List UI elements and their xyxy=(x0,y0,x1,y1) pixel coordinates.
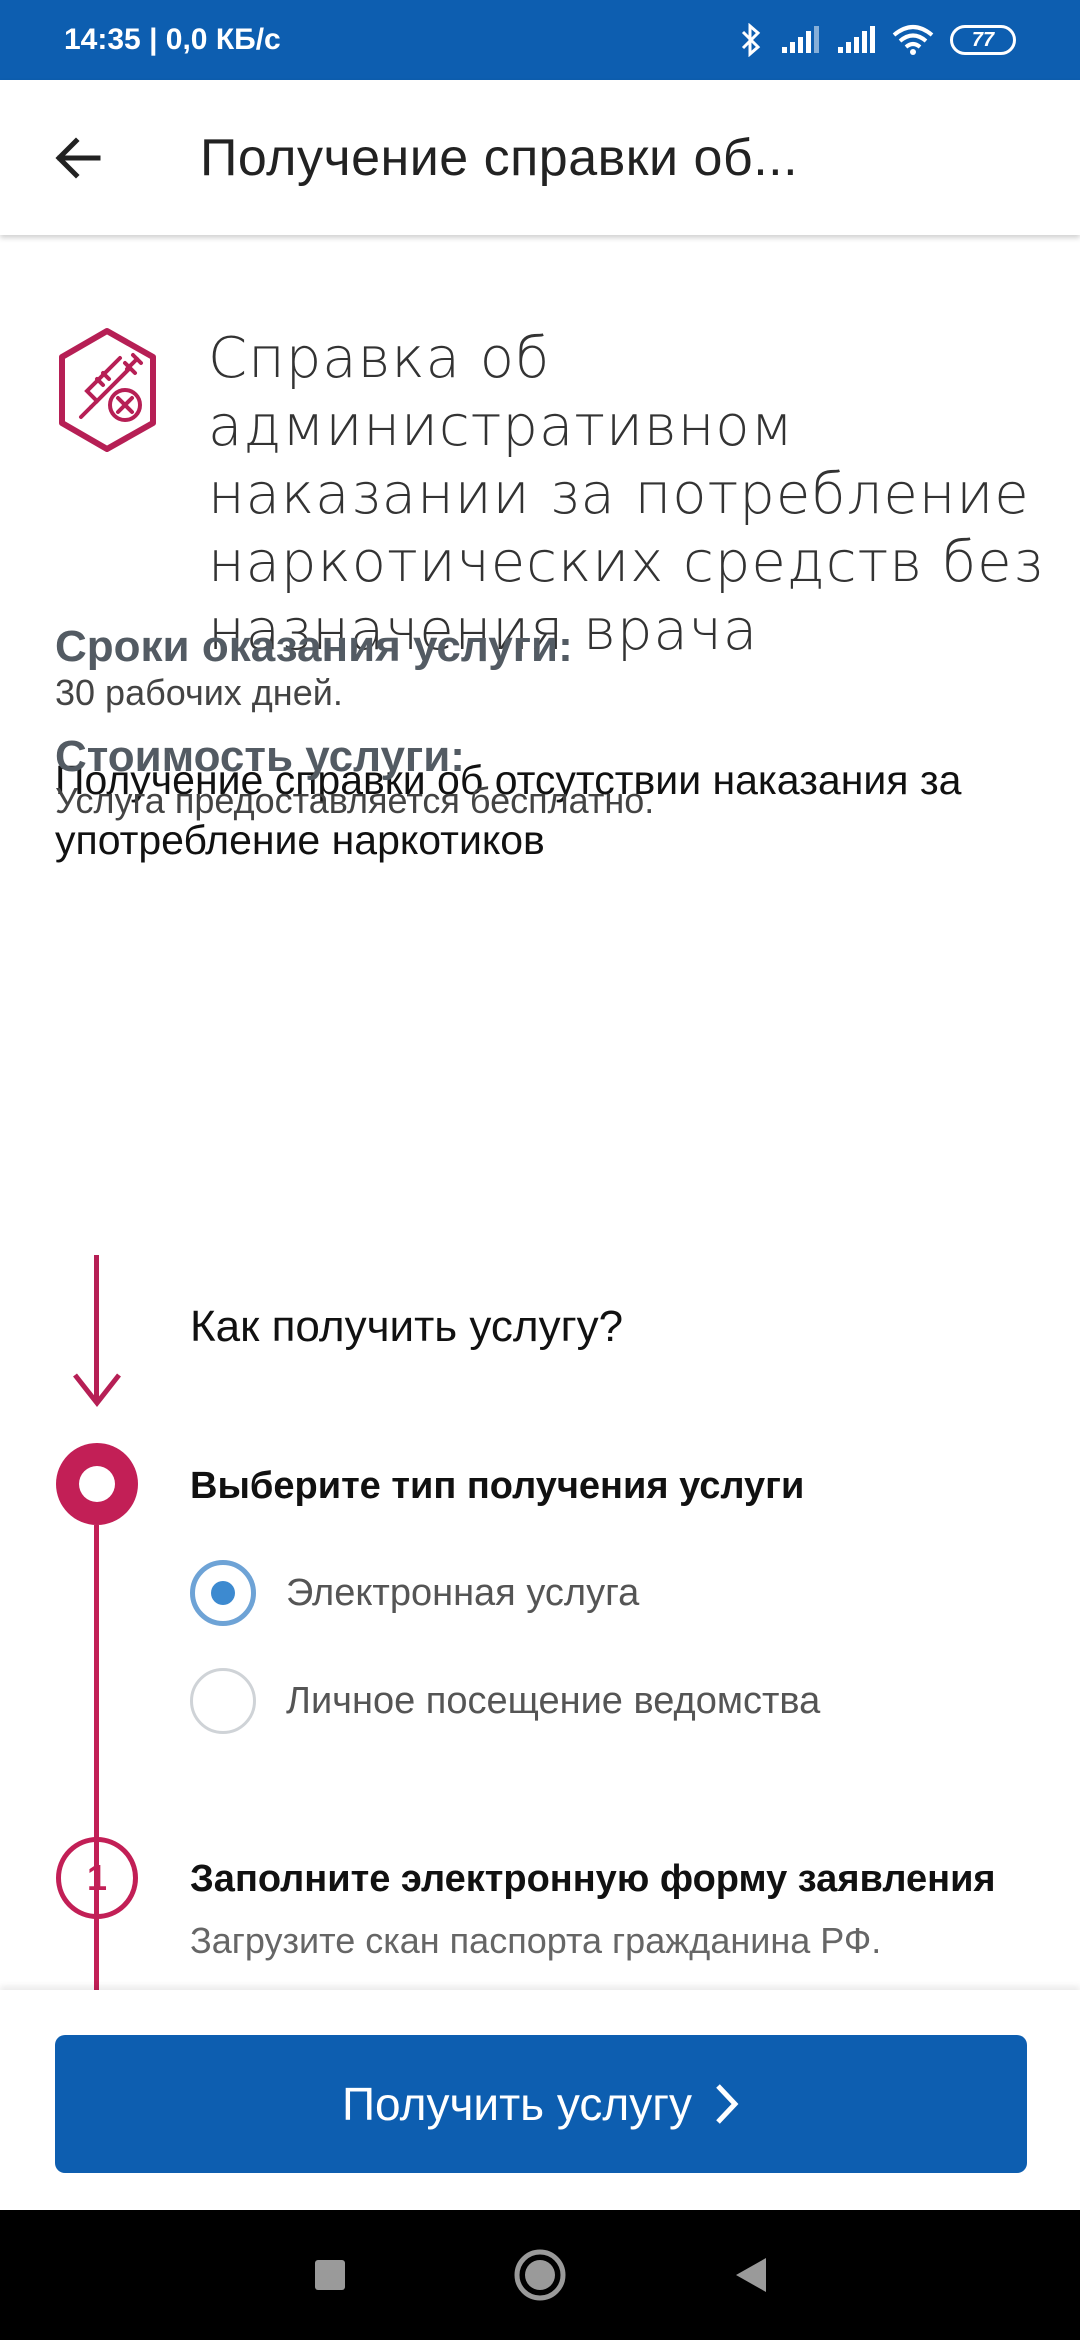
syringe-cross-icon xyxy=(59,328,156,452)
status-time-speed: 14:35 | 0,0 КБ/с xyxy=(64,23,281,56)
step-1-title: Заполните электронную форму заявления xyxy=(190,1858,996,1900)
arrow-down-icon xyxy=(73,1373,121,1408)
radio-personal-visit[interactable] xyxy=(190,1668,256,1734)
radio-electronic[interactable] xyxy=(190,1560,256,1626)
signal-icon xyxy=(782,26,819,53)
triangle-back-icon xyxy=(736,2258,766,2292)
step-1-subtitle: Загрузите скан паспорта гражданина РФ. xyxy=(190,1920,882,1961)
get-service-button[interactable]: Получить услугу xyxy=(55,2035,1027,2173)
battery-level: 77 xyxy=(971,28,995,51)
terms-value: 30 рабочих дней. xyxy=(55,672,343,713)
home-circle-icon xyxy=(514,2249,566,2301)
recent-apps-button[interactable] xyxy=(300,2245,360,2305)
status-icons: 77 xyxy=(738,23,1016,57)
service-title: Справка об административном наказании за… xyxy=(208,326,1044,663)
option-personal-visit[interactable]: Личное посещение ведомства xyxy=(190,1668,820,1734)
back-button[interactable] xyxy=(38,118,118,198)
arrow-left-icon xyxy=(55,136,101,179)
how-to-title: Как получить услугу? xyxy=(190,1302,624,1351)
battery-icon: 77 xyxy=(950,25,1016,55)
system-nav-bar xyxy=(0,2210,1080,2340)
timeline-line xyxy=(94,1525,99,1990)
option-electronic[interactable]: Электронная услуга xyxy=(190,1560,639,1626)
chevron-right-icon xyxy=(714,2082,740,2126)
step-marker-1: 1 xyxy=(56,1837,138,1919)
status-bar: 14:35 | 0,0 КБ/с 77 xyxy=(0,0,1080,80)
page-title: Получение справки об... xyxy=(200,128,799,187)
timeline-line-continued xyxy=(94,1925,99,1990)
back-nav-button[interactable] xyxy=(720,2245,780,2305)
bluetooth-icon xyxy=(741,23,761,57)
service-hero: Справка об административном наказании за… xyxy=(55,325,1043,663)
step-1-number: 1 xyxy=(86,1857,108,1898)
screen: 14:35 | 0,0 КБ/с 77 Получение справки об… xyxy=(0,0,1080,2340)
square-icon xyxy=(315,2260,345,2290)
app-bar: Получение справки об... xyxy=(0,80,1080,235)
option-personal-visit-label: Личное посещение ведомства xyxy=(286,1679,821,1722)
cost-value: Услуга предоставляется бесплатно. xyxy=(55,780,655,821)
step-select-title: Выберите тип получения услуги xyxy=(190,1465,805,1507)
signal-icon xyxy=(838,26,875,53)
step-marker-select xyxy=(56,1443,138,1525)
option-electronic-label: Электронная услуга xyxy=(286,1571,640,1614)
service-content[interactable]: Справка об административном наказании за… xyxy=(0,235,1080,1990)
home-button[interactable] xyxy=(510,2245,570,2305)
cost-label: Стоимость услуги: xyxy=(55,732,465,781)
bottom-action-area: Получить услугу xyxy=(0,1990,1080,2210)
wifi-icon xyxy=(892,25,934,55)
terms-label: Сроки оказания услуги: xyxy=(55,622,573,671)
get-service-label: Получить услугу xyxy=(341,2078,693,2130)
